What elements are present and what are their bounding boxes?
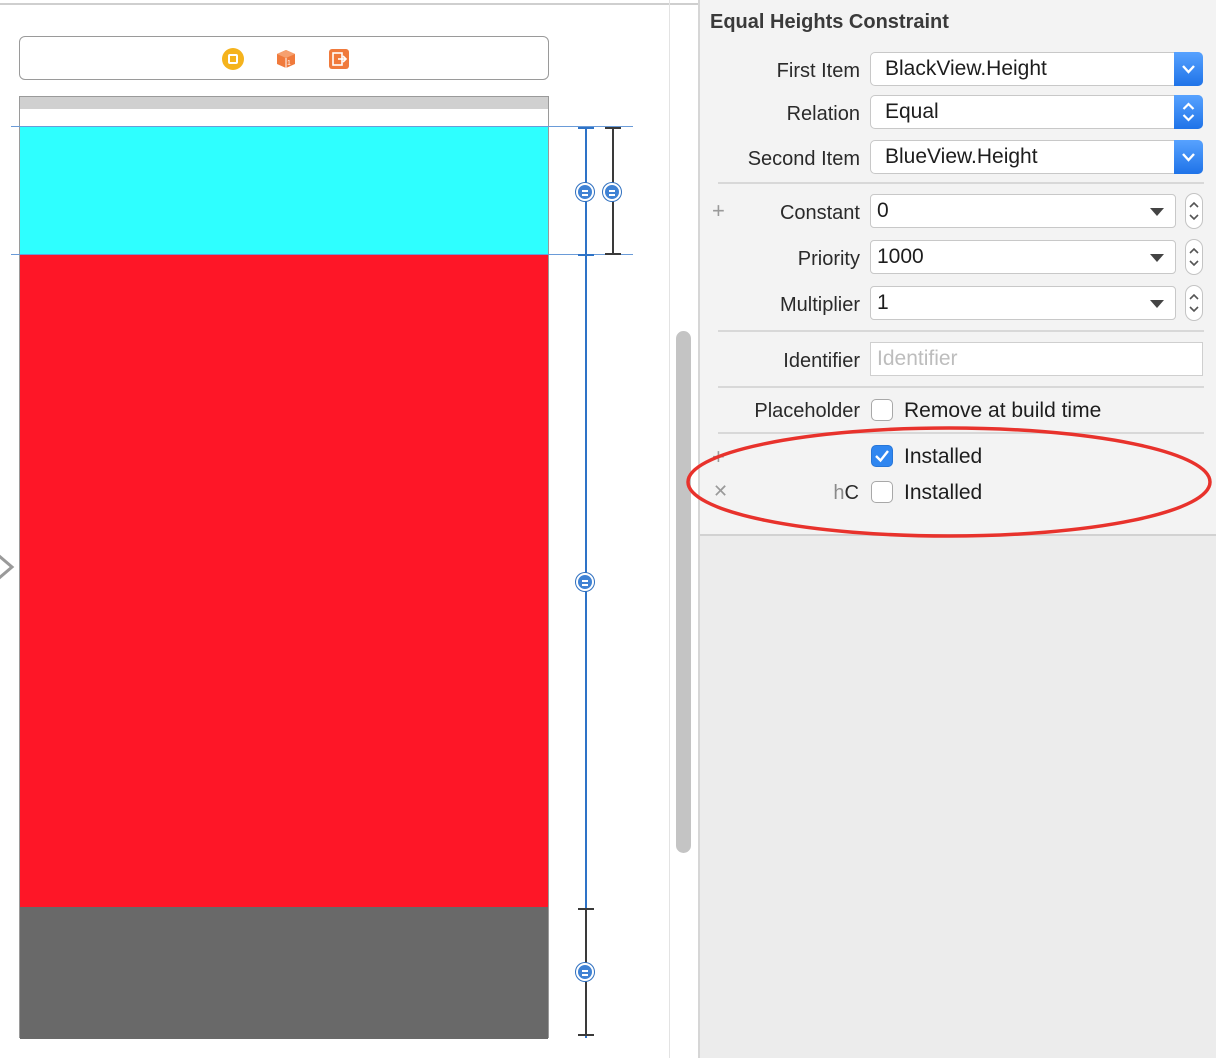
multiplier-combo[interactable]: 1 — [870, 286, 1176, 320]
first-responder-icon[interactable]: 1 — [275, 48, 297, 70]
caret-down-icon[interactable] — [1150, 208, 1164, 216]
initial-view-controller-arrow-icon — [0, 554, 15, 580]
guide-bottom-blue-view — [11, 254, 633, 255]
equal-constraint-badge[interactable] — [603, 183, 621, 201]
priority-value: 1000 — [877, 245, 924, 268]
first-item-label: First Item — [776, 60, 860, 82]
multiplier-stepper[interactable] — [1185, 285, 1203, 321]
attributes-inspector: Equal Heights Constraint First Item Blac… — [698, 0, 1216, 1058]
size-class-prefix: h — [833, 482, 845, 504]
chevron-down-icon[interactable] — [1174, 140, 1203, 174]
blue-view[interactable] — [20, 127, 548, 255]
equal-constraint-badge[interactable] — [576, 963, 594, 981]
guide-top-blue-view — [11, 126, 633, 127]
canvas-scroll-track — [669, 0, 670, 1058]
red-view[interactable] — [20, 255, 548, 907]
multiplier-value: 1 — [877, 291, 889, 314]
constant-combo[interactable]: 0 — [870, 194, 1176, 228]
remove-at-build-time-label: Remove at build time — [904, 399, 1102, 422]
separator — [718, 386, 1204, 388]
exit-icon[interactable] — [328, 48, 350, 70]
second-item-popup[interactable]: BlueView.Height — [870, 140, 1203, 174]
scene-dock[interactable]: 1 — [19, 36, 549, 80]
chevron-up-down-icon[interactable] — [1174, 95, 1203, 129]
installed-label: Installed — [904, 445, 983, 468]
identifier-label: Identifier — [783, 350, 860, 372]
canvas-scrollbar[interactable] — [676, 331, 691, 853]
ibeam-cap — [578, 1034, 594, 1036]
constraint-cap — [578, 127, 594, 129]
relation-label: Relation — [786, 103, 860, 125]
ibeam-cap — [578, 908, 594, 910]
constant-value: 0 — [877, 199, 889, 222]
separator — [718, 182, 1204, 184]
identifier-field[interactable] — [870, 342, 1203, 376]
relation-value: Equal — [885, 100, 939, 123]
size-class-value: C — [844, 482, 859, 504]
chevron-down-icon[interactable] — [1174, 52, 1203, 86]
installed-hc-label: Installed — [904, 481, 983, 504]
equal-constraint-badge[interactable] — [576, 573, 594, 591]
status-bar — [20, 97, 548, 109]
svg-text:1: 1 — [287, 60, 291, 67]
scene-root-view[interactable] — [19, 96, 549, 1039]
add-variation-plus-icon[interactable]: + — [712, 198, 725, 224]
constraint-panel: Equal Heights Constraint First Item Blac… — [700, 0, 1216, 536]
first-item-value: BlackView.Height — [885, 57, 1047, 80]
canvas-top-divider — [0, 3, 698, 5]
installed-checkbox[interactable] — [871, 445, 893, 467]
priority-stepper[interactable] — [1185, 239, 1203, 275]
priority-combo[interactable]: 1000 — [870, 240, 1176, 274]
constraint-cap — [578, 254, 594, 256]
caret-down-icon[interactable] — [1150, 254, 1164, 262]
constant-label: Constant — [779, 202, 860, 224]
placeholder-label: Placeholder — [754, 400, 860, 422]
second-item-label: Second Item — [747, 148, 860, 170]
remove-size-class-x-icon[interactable]: ✕ — [713, 481, 728, 502]
storyboard-canvas[interactable]: 1 — [0, 0, 698, 1058]
priority-label: Priority — [797, 248, 860, 270]
multiplier-label: Multiplier — [779, 294, 860, 316]
identifier-input[interactable] — [871, 343, 1202, 375]
installed-hc-checkbox[interactable] — [871, 481, 893, 503]
add-size-class-plus-icon[interactable]: + — [712, 444, 725, 470]
size-class-label: hC — [833, 482, 859, 505]
second-item-value: BlueView.Height — [885, 145, 1038, 168]
checkmark-icon — [875, 450, 889, 463]
constant-stepper[interactable] — [1185, 193, 1203, 229]
remove-at-build-time-checkbox[interactable] — [871, 399, 893, 421]
inspector-title: Equal Heights Constraint — [710, 11, 949, 33]
first-item-popup[interactable]: BlackView.Height — [870, 52, 1203, 86]
view-controller-icon[interactable] — [222, 48, 244, 70]
equal-constraint-badge[interactable] — [576, 183, 594, 201]
relation-popup[interactable]: Equal — [870, 95, 1203, 129]
ibeam-cap — [605, 253, 621, 255]
ibeam-cap — [605, 127, 621, 129]
caret-down-icon[interactable] — [1150, 300, 1164, 308]
black-view[interactable] — [20, 907, 548, 1039]
separator — [718, 432, 1204, 434]
separator — [718, 330, 1204, 332]
